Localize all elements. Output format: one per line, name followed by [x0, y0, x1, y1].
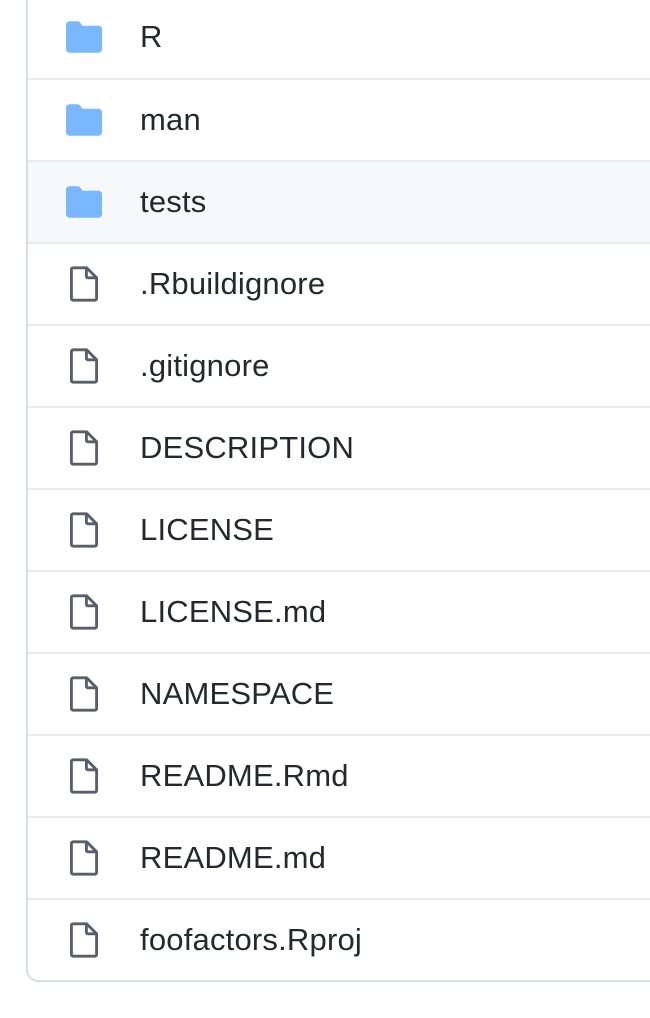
- file-name-link[interactable]: LICENSE: [140, 512, 274, 548]
- file-name-link[interactable]: .Rbuildignore: [140, 266, 325, 302]
- file-row-description[interactable]: DESCRIPTION: [28, 406, 650, 488]
- folder-icon: [66, 19, 102, 55]
- file-icon: [66, 922, 102, 958]
- file-name-link[interactable]: man: [140, 102, 201, 138]
- file-name-link[interactable]: LICENSE.md: [140, 594, 326, 630]
- folder-icon: [66, 102, 102, 138]
- file-row-rbuildignore[interactable]: .Rbuildignore: [28, 242, 650, 324]
- file-icon: [66, 758, 102, 794]
- file-icon: [66, 512, 102, 548]
- file-name-link[interactable]: R: [140, 19, 163, 55]
- file-name-link[interactable]: DESCRIPTION: [140, 430, 354, 466]
- file-name-link[interactable]: NAMESPACE: [140, 676, 334, 712]
- file-list: R man tests .Rbuildignore .gitignore DES…: [26, 0, 650, 982]
- file-row-tests[interactable]: tests: [28, 160, 650, 242]
- file-row-rproj[interactable]: foofactors.Rproj: [28, 898, 650, 980]
- file-name-link[interactable]: foofactors.Rproj: [140, 922, 362, 958]
- file-name-link[interactable]: README.md: [140, 840, 326, 876]
- file-icon: [66, 266, 102, 302]
- file-row-license[interactable]: LICENSE: [28, 488, 650, 570]
- file-row-namespace[interactable]: NAMESPACE: [28, 652, 650, 734]
- file-row-r[interactable]: R: [28, 0, 650, 78]
- file-icon: [66, 594, 102, 630]
- file-row-license-md[interactable]: LICENSE.md: [28, 570, 650, 652]
- file-name-link[interactable]: .gitignore: [140, 348, 270, 384]
- file-name-link[interactable]: README.Rmd: [140, 758, 349, 794]
- file-icon: [66, 840, 102, 876]
- folder-icon: [66, 184, 102, 220]
- file-row-readme-rmd[interactable]: README.Rmd: [28, 734, 650, 816]
- file-row-man[interactable]: man: [28, 78, 650, 160]
- file-icon: [66, 348, 102, 384]
- file-name-link[interactable]: tests: [140, 184, 206, 220]
- file-icon: [66, 430, 102, 466]
- file-row-readme-md[interactable]: README.md: [28, 816, 650, 898]
- file-icon: [66, 676, 102, 712]
- file-row-gitignore[interactable]: .gitignore: [28, 324, 650, 406]
